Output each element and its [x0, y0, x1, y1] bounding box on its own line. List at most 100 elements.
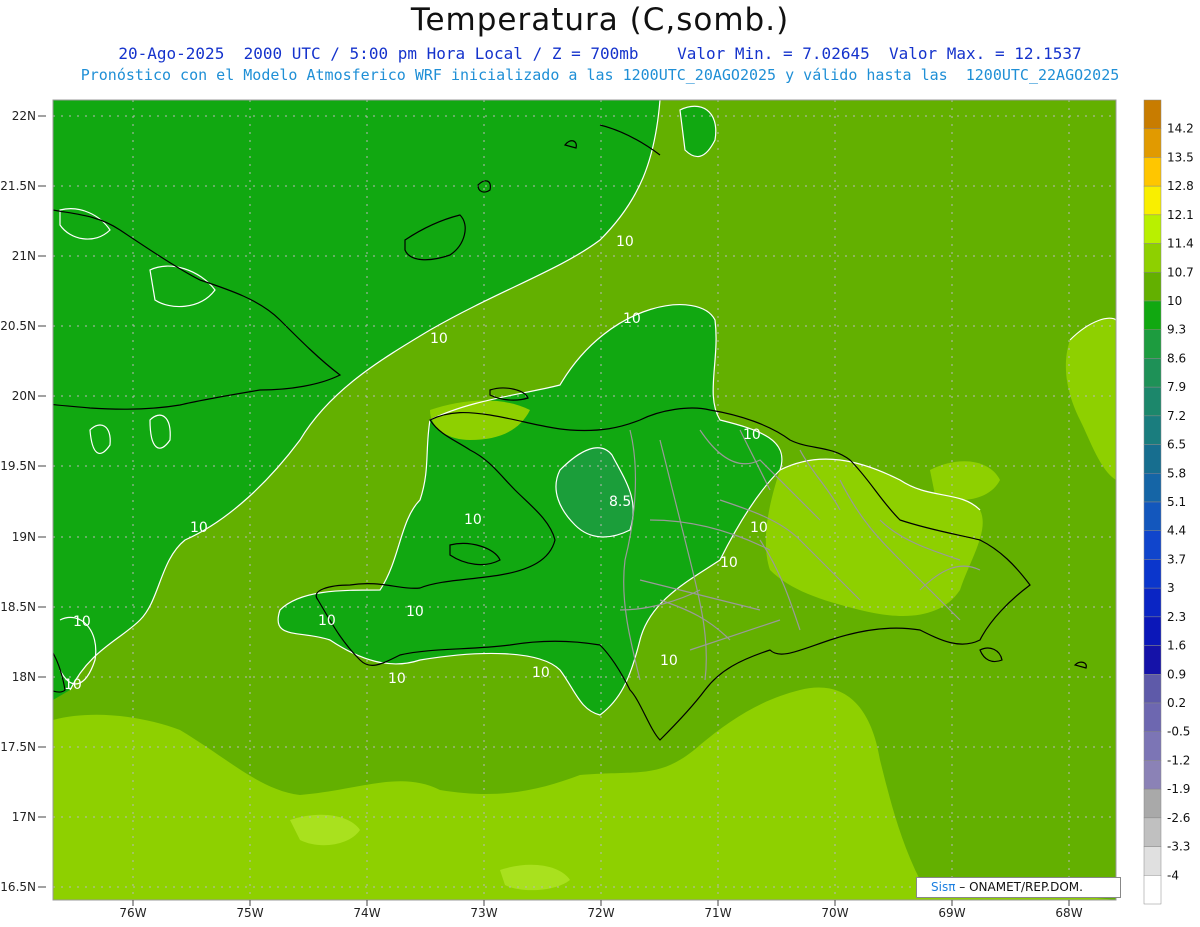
legend-label: 5.1 — [1167, 495, 1186, 509]
latitude-axis: 22N 21.5N 21N 20.5N 20N 19.5N 19N 18.5N … — [0, 109, 36, 894]
lon-label: 69W — [938, 906, 965, 920]
contour-label: 10 — [64, 677, 82, 693]
contour-label: 10 — [406, 604, 424, 620]
lat-label: 22N — [12, 109, 36, 123]
legend-swatch — [1143, 300, 1162, 330]
lat-label: 19N — [12, 530, 36, 544]
legend-label: -0.5 — [1167, 725, 1190, 739]
lon-label: 72W — [587, 906, 614, 920]
legend-swatch — [1143, 817, 1162, 847]
legend-swatch — [1143, 875, 1162, 905]
lat-label: 18.5N — [0, 600, 36, 614]
legend-label: 1.6 — [1167, 639, 1186, 653]
legend-label: 0.9 — [1167, 667, 1186, 681]
legend-label: 5.8 — [1167, 466, 1186, 480]
lat-label: 21.5N — [0, 179, 36, 193]
legend-swatch — [1143, 386, 1162, 417]
credit-box: Sisπ – ONAMET/REP.DOM. — [916, 877, 1121, 898]
contour-label: 10 — [532, 665, 550, 681]
color-legend — [1143, 99, 1162, 905]
legend-swatch — [1143, 415, 1162, 445]
legend-swatch — [1143, 616, 1162, 646]
legend-swatch — [1143, 128, 1162, 158]
lat-label: 19.5N — [0, 459, 36, 473]
lon-label: 71W — [704, 906, 731, 920]
legend-label: 0.2 — [1167, 696, 1186, 710]
legend-label: 14.2 — [1167, 122, 1194, 136]
map-fields: 10 10 10 10 10 10 10 10 10 10 10 10 10 1… — [53, 100, 1116, 900]
legend-label: 3 — [1167, 581, 1175, 595]
legend-swatch — [1143, 645, 1162, 675]
contour-label: 10 — [73, 614, 91, 630]
contour-label: 10 — [430, 331, 448, 347]
legend-label: 12.8 — [1167, 179, 1194, 193]
contour-label: 10 — [190, 520, 208, 536]
legend-label: -1.2 — [1167, 753, 1190, 767]
legend-swatch — [1143, 530, 1162, 560]
contour-label: 10 — [743, 427, 761, 443]
legend-swatch — [1143, 358, 1162, 388]
legend-swatch — [1143, 214, 1162, 244]
contour-label: 10 — [464, 512, 482, 528]
contour-label: 10 — [616, 234, 634, 250]
legend-swatch — [1143, 272, 1162, 302]
legend-swatch — [1143, 329, 1162, 359]
longitude-ticks — [132, 900, 1070, 906]
color-legend-labels: 14.2 13.5 12.8 12.1 11.4 10.7 10 9.3 8.6 7.9 7.2 6.… — [1167, 122, 1194, 883]
lat-label: 18N — [12, 670, 36, 684]
lat-label: 20.5N — [0, 319, 36, 333]
legend-label: 8.6 — [1167, 351, 1186, 365]
legend-swatch — [1143, 157, 1162, 187]
legend-swatch — [1143, 501, 1162, 531]
legend-swatch — [1143, 559, 1162, 589]
latitude-ticks — [38, 115, 46, 888]
legend-swatch — [1143, 587, 1162, 618]
sispi-logo: Sisπ — [931, 880, 956, 894]
lon-label: 74W — [353, 906, 380, 920]
legend-label: 3.7 — [1167, 552, 1186, 566]
legend-swatch — [1143, 99, 1162, 129]
legend-swatch — [1143, 243, 1162, 273]
legend-swatch — [1143, 702, 1162, 732]
legend-swatch — [1143, 846, 1162, 876]
legend-swatch — [1143, 731, 1162, 761]
legend-label: 6.5 — [1167, 438, 1186, 452]
legend-swatch — [1143, 473, 1162, 503]
lon-label: 73W — [470, 906, 497, 920]
lat-label: 20N — [12, 389, 36, 403]
legend-swatch — [1143, 185, 1162, 216]
legend-label: 9.3 — [1167, 323, 1186, 337]
legend-label: 2.3 — [1167, 610, 1186, 624]
legend-swatch — [1143, 674, 1162, 704]
legend-label: -4 — [1167, 868, 1179, 882]
lon-label: 68W — [1055, 906, 1082, 920]
legend-label: 10.7 — [1167, 265, 1194, 279]
legend-label: 7.9 — [1167, 380, 1186, 394]
lon-label: 70W — [821, 906, 848, 920]
longitude-axis: 76W 75W 74W 73W 72W 71W 70W 69W 68W — [119, 906, 1082, 920]
legend-label: 10 — [1167, 294, 1182, 308]
lon-label: 76W — [119, 906, 146, 920]
legend-swatch — [1143, 444, 1162, 474]
lat-label: 21N — [12, 249, 36, 263]
credit-text: – ONAMET/REP.DOM. — [959, 880, 1083, 894]
legend-label: -2.6 — [1167, 811, 1190, 825]
legend-label: -3.3 — [1167, 840, 1190, 854]
legend-swatch — [1143, 760, 1162, 790]
legend-swatch — [1143, 788, 1162, 819]
legend-label: 4.4 — [1167, 524, 1186, 538]
lat-label: 17.5N — [0, 740, 36, 754]
legend-label: -1.9 — [1167, 782, 1190, 796]
legend-label: 7.2 — [1167, 409, 1186, 423]
contour-label: 10 — [623, 311, 641, 327]
lat-label: 17N — [12, 810, 36, 824]
contour-label: 10 — [318, 613, 336, 629]
contour-label: 10 — [720, 555, 738, 571]
lat-label: 16.5N — [0, 880, 36, 894]
lon-label: 75W — [236, 906, 263, 920]
legend-label: 13.5 — [1167, 150, 1194, 164]
legend-label: 11.4 — [1167, 237, 1194, 251]
contour-label: 10 — [388, 671, 406, 687]
contour-label: 10 — [660, 653, 678, 669]
contour-label: 8.5 — [609, 494, 631, 510]
